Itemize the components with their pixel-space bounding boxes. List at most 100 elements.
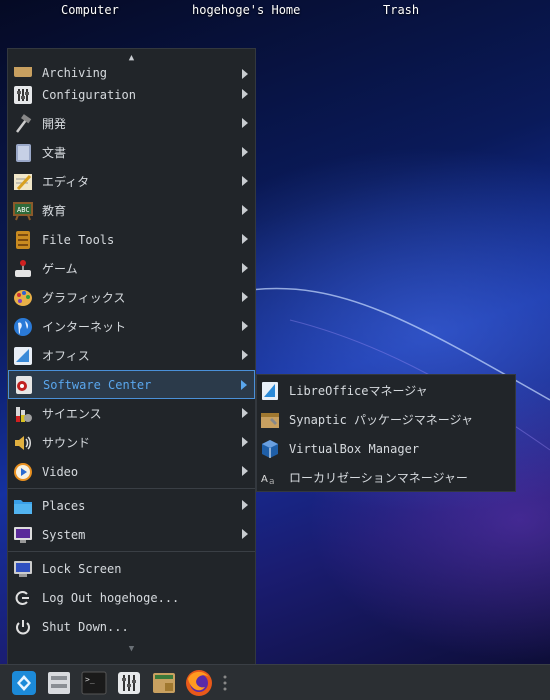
power-icon	[12, 616, 34, 638]
chevron-right-icon	[242, 408, 248, 418]
lock-screen-icon	[12, 558, 34, 580]
chevron-right-icon	[242, 466, 248, 476]
synaptic-icon	[259, 409, 281, 431]
svg-text:ABC: ABC	[17, 206, 30, 214]
menu-item-internet[interactable]: インターネット	[8, 312, 255, 341]
submenu-item-label: LibreOfficeマネージャ	[289, 384, 428, 398]
archive-icon	[12, 67, 34, 80]
office-icon	[12, 345, 34, 367]
menu-item-label: Archiving	[42, 67, 108, 80]
file-tools-icon	[12, 229, 34, 251]
graphics-icon	[12, 287, 34, 309]
libreoffice-icon	[259, 380, 281, 402]
menu-item-label: 文書	[42, 146, 67, 160]
menu-item-file-tools[interactable]: File Tools	[8, 225, 255, 254]
menu-item-sound[interactable]: サウンド	[8, 428, 255, 457]
menu-item-label: Places	[42, 498, 86, 513]
document-icon	[12, 142, 34, 164]
chevron-right-icon	[242, 321, 248, 331]
menu-item-archiving[interactable]: Archiving	[8, 67, 255, 80]
submenu-item-localization[interactable]: Aa ローカリゼーションマネージャー	[257, 463, 515, 492]
menu-item-label: Configuration	[42, 87, 136, 102]
chevron-right-icon	[242, 234, 248, 244]
chevron-right-icon	[241, 380, 247, 390]
svg-text:a: a	[269, 477, 275, 487]
chevron-right-icon	[242, 350, 248, 360]
menu-item-label: グラフィックス	[42, 291, 126, 305]
menu-item-shutdown[interactable]: Shut Down...	[8, 612, 255, 641]
menu-item-lock-screen[interactable]: Lock Screen	[8, 554, 255, 583]
menu-item-label: File Tools	[42, 232, 115, 247]
menu-item-education[interactable]: ABC 教育	[8, 196, 255, 225]
logout-icon	[12, 587, 34, 609]
menu-item-development[interactable]: 開発	[8, 109, 255, 138]
virtualbox-icon	[259, 438, 281, 460]
menu-separator	[8, 488, 255, 489]
firefox-icon[interactable]	[185, 669, 213, 697]
system-icon	[12, 524, 34, 546]
sound-icon	[12, 432, 34, 454]
development-icon	[12, 113, 34, 135]
menu-separator	[8, 551, 255, 552]
menu-item-places[interactable]: Places	[8, 491, 255, 520]
submenu-item-label: ローカリゼーションマネージャー	[289, 471, 468, 485]
menu-item-label: System	[42, 527, 86, 542]
menu-item-label: ゲーム	[42, 262, 78, 276]
menu-item-label: Shut Down...	[42, 619, 129, 634]
software-center-icon	[13, 374, 35, 396]
game-icon	[12, 258, 34, 280]
application-menu: ▲ Archiving Configuration 開発 文書 エディタ ABC…	[7, 48, 256, 665]
configuration-icon	[12, 84, 34, 106]
menu-item-label: エディタ	[42, 175, 90, 189]
menu-item-software-center[interactable]: Software Center	[8, 370, 255, 399]
menu-item-label: オフィス	[42, 349, 90, 363]
menu-item-editor[interactable]: エディタ	[8, 167, 255, 196]
scroll-down-button[interactable]: ▼	[8, 641, 255, 657]
desktop-icon-computer[interactable]: Computer	[61, 3, 119, 17]
desktop-icon-home[interactable]: hogehoge's Home	[192, 3, 300, 17]
submenu-item-libreoffice-manager[interactable]: LibreOfficeマネージャ	[257, 376, 515, 405]
video-icon	[12, 461, 34, 483]
menu-item-graphics[interactable]: グラフィックス	[8, 283, 255, 312]
menu-item-label: Lock Screen	[42, 561, 122, 576]
file-manager-icon[interactable]	[45, 669, 73, 697]
menu-item-label: サウンド	[42, 436, 91, 450]
menu-item-system[interactable]: System	[8, 520, 255, 549]
editor-icon	[12, 171, 34, 193]
terminal-icon[interactable]: >_	[80, 669, 108, 697]
chevron-right-icon	[242, 500, 248, 510]
chevron-right-icon	[242, 147, 248, 157]
menu-item-video[interactable]: Video	[8, 457, 255, 486]
scroll-up-button[interactable]: ▲	[8, 49, 255, 67]
chevron-right-icon	[242, 437, 248, 447]
menu-item-logout[interactable]: Log Out hogehoge...	[8, 583, 255, 612]
education-icon: ABC	[12, 200, 34, 222]
submenu-item-synaptic[interactable]: Synaptic パッケージマネージャ	[257, 405, 515, 434]
chevron-right-icon	[242, 263, 248, 273]
archive-manager-icon[interactable]	[150, 669, 178, 697]
menu-item-label: サイエンス	[42, 407, 102, 421]
science-icon	[12, 403, 34, 425]
menu-item-configuration[interactable]: Configuration	[8, 80, 255, 109]
settings-mixer-icon[interactable]	[115, 669, 143, 697]
chevron-right-icon	[242, 118, 248, 128]
submenu-item-virtualbox[interactable]: VirtualBox Manager	[257, 434, 515, 463]
chevron-right-icon	[242, 529, 248, 539]
localization-icon: Aa	[259, 467, 281, 489]
software-center-submenu: LibreOfficeマネージャ Synaptic パッケージマネージャ Vir…	[256, 374, 516, 492]
app-menu-icon[interactable]	[10, 669, 38, 697]
chevron-right-icon	[242, 69, 248, 79]
menu-item-game[interactable]: ゲーム	[8, 254, 255, 283]
submenu-item-label: Synaptic パッケージマネージャ	[289, 413, 473, 427]
folder-icon	[12, 495, 34, 517]
chevron-right-icon	[242, 205, 248, 215]
menu-item-label: 教育	[42, 204, 67, 218]
menu-item-document[interactable]: 文書	[8, 138, 255, 167]
taskbar: >_	[0, 664, 550, 700]
menu-item-office[interactable]: オフィス	[8, 341, 255, 370]
menu-item-science[interactable]: サイエンス	[8, 399, 255, 428]
desktop-icon-trash[interactable]: Trash	[383, 3, 419, 17]
menu-item-label: Video	[42, 464, 79, 479]
chevron-right-icon	[242, 176, 248, 186]
submenu-item-label: VirtualBox Manager	[289, 441, 420, 456]
